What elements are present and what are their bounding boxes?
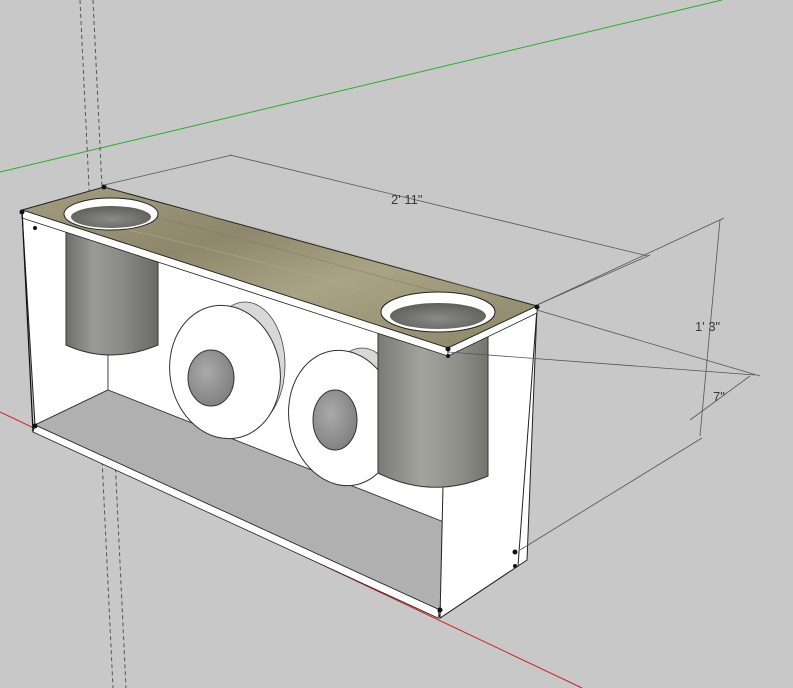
port-hole-right-inner xyxy=(390,303,486,329)
sketchup-viewport[interactable]: 2' 11" 1' 3" 7" xyxy=(0,0,793,688)
dimension-length-label[interactable]: 2' 11" xyxy=(391,193,422,207)
model-scene[interactable] xyxy=(0,0,793,688)
dimension-height-label[interactable]: 1' 3" xyxy=(695,320,720,334)
green-axis xyxy=(0,0,723,173)
dimension-depth-label[interactable]: 7" xyxy=(713,390,725,404)
driver-2-center[interactable] xyxy=(312,389,358,451)
port-hole-left-inner xyxy=(71,206,151,228)
driver-1-center[interactable] xyxy=(187,349,235,407)
